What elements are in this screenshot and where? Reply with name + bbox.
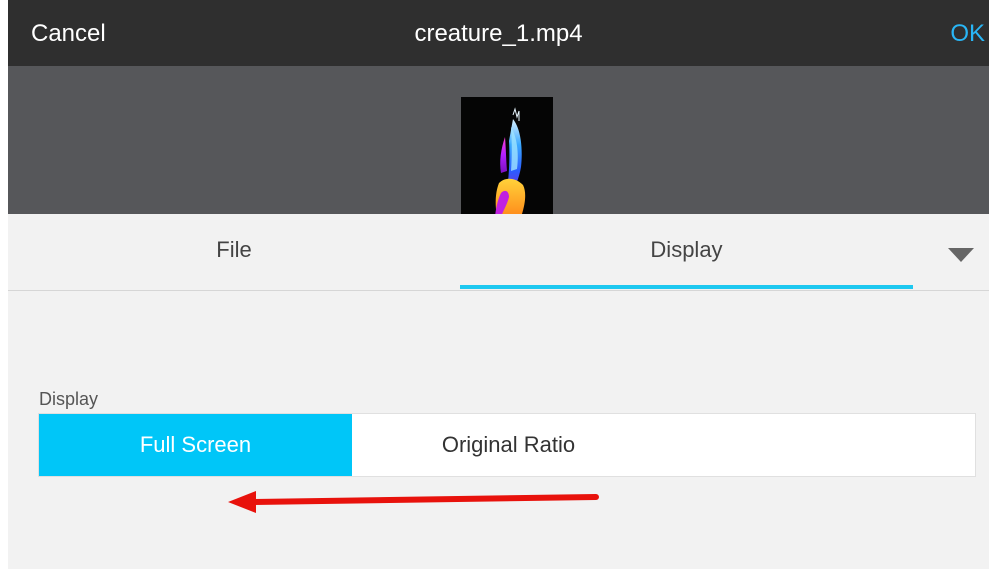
tab-display[interactable]: Display — [460, 214, 913, 290]
top-bar: Cancel creature_1.mp4 OK — [8, 0, 989, 66]
original-ratio-option[interactable]: Original Ratio — [352, 414, 665, 476]
ok-button[interactable]: OK — [950, 20, 985, 48]
dialog-frame: Cancel creature_1.mp4 OK File Display Di… — [8, 0, 989, 569]
tab-bar: File Display — [8, 214, 989, 291]
active-tab-indicator — [460, 285, 913, 289]
display-mode-selector: Full Screen Original Ratio — [38, 413, 976, 477]
display-section-label: Display — [39, 389, 99, 409]
video-thumbnail — [461, 97, 553, 214]
creature-thumbnail-image — [495, 107, 526, 214]
red-left-arrow-annotation — [228, 491, 599, 513]
video-preview-area — [8, 66, 989, 214]
full-screen-option[interactable]: Full Screen — [39, 414, 352, 476]
file-title: creature_1.mp4 — [414, 20, 583, 47]
tab-file[interactable]: File — [8, 214, 460, 290]
triangle-down-icon[interactable] — [948, 248, 974, 262]
